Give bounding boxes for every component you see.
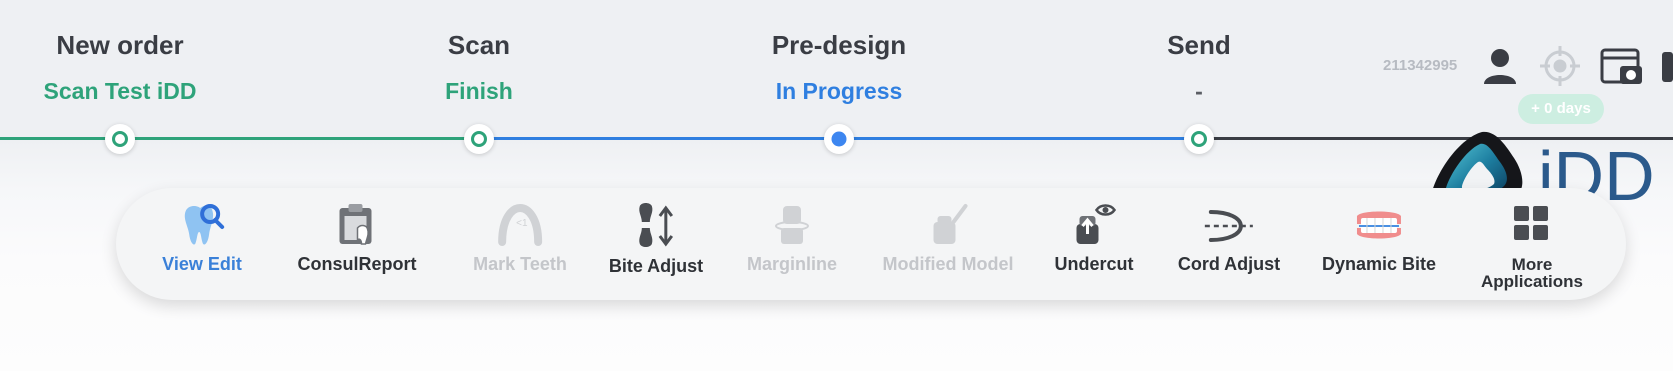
step-status-send: - [1195, 78, 1203, 104]
svg-text:<1: <1 [516, 218, 528, 229]
dynamic-bite-label: Dynamic Bite [1321, 254, 1437, 274]
crosshair-icon[interactable] [1538, 44, 1582, 93]
cord-adjust-button[interactable]: Cord Adjust [1178, 188, 1280, 300]
step-status-scan: Finish [445, 78, 513, 104]
tooth-search-icon [184, 204, 224, 245]
settings-icon[interactable] [1662, 52, 1673, 87]
app-grid-icon [1513, 206, 1548, 240]
pre-design-toolbar: View Edit ConsulReport <1 Mark Teeth Bit… [116, 188, 1626, 300]
mark-teeth-label: Mark Teeth [473, 254, 567, 274]
mark-teeth-button[interactable]: <1 Mark Teeth [473, 188, 567, 300]
modified-model-label: Modified Model [882, 254, 1014, 274]
step-node-new-order[interactable] [105, 124, 135, 154]
dentures-icon [1356, 211, 1401, 239]
cord-adjust-label: Cord Adjust [1177, 254, 1281, 274]
bite-adjust-label: Bite Adjust [608, 256, 704, 276]
step-node-send[interactable] [1184, 124, 1214, 154]
view-edit-label: View Edit [162, 254, 242, 274]
undercut-button[interactable]: Undercut [1054, 188, 1134, 300]
step-title-send: Send [1167, 30, 1231, 60]
view-edit-button[interactable]: View Edit [162, 188, 242, 300]
more-applications-button[interactable]: More Applications [1481, 188, 1583, 300]
marginline-label: Marginline [746, 254, 838, 274]
more-label: More [1511, 255, 1553, 274]
dental-arch-icon: <1 [497, 203, 542, 246]
step-status-pre-design: In Progress [775, 78, 903, 104]
undercut-eye-icon [1075, 204, 1116, 244]
applications-label: Applications [1480, 272, 1584, 291]
model-brush-icon [933, 204, 968, 244]
user-icon[interactable] [1481, 46, 1519, 91]
consulreport-button[interactable]: ConsulReport [298, 188, 417, 300]
days-badge: + 0 days [1518, 94, 1604, 124]
step-status-new-order: Scan Test iDD [43, 78, 197, 104]
bite-teeth-arrows-icon [639, 203, 674, 247]
progress-line-complete [0, 137, 479, 140]
die-margin-icon [774, 206, 809, 244]
step-node-scan[interactable] [464, 124, 494, 154]
cord-curve-icon [1204, 210, 1253, 242]
step-title-pre-design: Pre-design [771, 30, 907, 60]
modified-model-button[interactable]: Modified Model [882, 188, 1014, 300]
bite-adjust-button[interactable]: Bite Adjust [609, 188, 703, 300]
undercut-label: Undercut [1054, 254, 1134, 274]
screenshot-icon[interactable] [1600, 46, 1644, 93]
step-title-new-order: New order [56, 30, 184, 60]
step-title-scan: Scan [447, 30, 511, 60]
consulreport-label: ConsulReport [297, 254, 417, 274]
dynamic-bite-button[interactable]: Dynamic Bite [1322, 188, 1436, 300]
order-id: 211342995 [1383, 57, 1458, 74]
report-clipboard-icon [339, 204, 371, 245]
marginline-button[interactable]: Marginline [747, 188, 837, 300]
step-node-pre-design[interactable] [824, 124, 854, 154]
